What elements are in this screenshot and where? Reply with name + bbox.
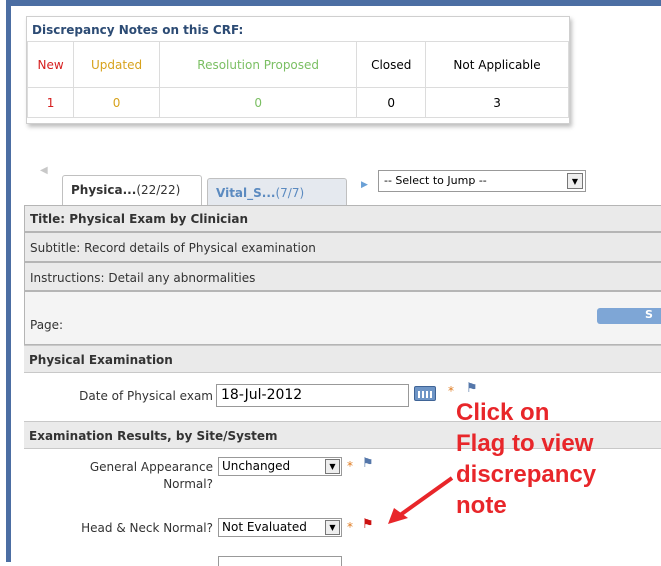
header-closed: Closed xyxy=(356,41,427,88)
header-new: New xyxy=(26,41,75,88)
flag-icon[interactable]: ⚑ xyxy=(362,456,374,471)
calendar-icon[interactable] xyxy=(414,386,436,401)
header-resolution-proposed: Resolution Proposed xyxy=(158,41,358,88)
general-appearance-value: Unchanged xyxy=(222,459,291,473)
section-physical-examination: Physical Examination xyxy=(24,345,661,373)
count-new: 1 xyxy=(26,87,75,118)
page-button[interactable]: S xyxy=(597,308,661,324)
annotation-line-2: Flag to view xyxy=(456,430,594,457)
head-neck-select[interactable]: Not Evaluated ▼ xyxy=(218,518,342,537)
form-title: Title: Physical Exam by Clinician xyxy=(24,205,661,232)
required-mark: * xyxy=(347,520,353,534)
chevron-down-icon[interactable]: ▼ xyxy=(325,520,340,535)
page-label: Page: xyxy=(30,318,64,332)
jump-select-value: -- Select to Jump -- xyxy=(384,174,487,187)
head-neck-value: Not Evaluated xyxy=(222,520,307,534)
flag-icon[interactable]: ⚑ xyxy=(466,381,478,396)
tab-physical-exam[interactable]: Physica...(22/22) xyxy=(62,175,202,205)
tab-vital-signs-count: (7/7) xyxy=(275,186,305,200)
annotation-line-3: discrepancy xyxy=(456,461,597,488)
form-page-row: Page: S xyxy=(24,291,661,345)
window-frame-left xyxy=(6,0,11,562)
count-resolution-proposed: 0 xyxy=(158,87,358,118)
general-appearance-label-2: Normal? xyxy=(163,477,213,491)
annotation-line-1: Click on xyxy=(456,399,550,426)
annotation-arrow-icon xyxy=(388,476,454,524)
header-updated: Updated xyxy=(73,41,160,88)
header-not-applicable: Not Applicable xyxy=(425,41,569,88)
count-closed: 0 xyxy=(356,87,427,118)
window-frame-top xyxy=(6,0,661,6)
next-row-select[interactable] xyxy=(218,556,342,566)
tab-vital-signs-label: Vital_S... xyxy=(216,186,276,200)
required-mark: * xyxy=(347,459,353,473)
head-neck-label: Head & Neck Normal? xyxy=(81,521,213,535)
flag-icon-red[interactable]: ⚑ xyxy=(362,517,374,532)
tab-physical-exam-label: Physica... xyxy=(71,183,137,197)
date-input[interactable]: 18-Jul-2012 xyxy=(216,384,409,407)
form-instructions: Instructions: Detail any abnormalities xyxy=(24,262,661,291)
discrepancy-notes-title: Discrepancy Notes on this CRF: xyxy=(32,23,244,37)
date-label: Date of Physical exam xyxy=(79,389,213,403)
form-subtitle: Subtitle: Record details of Physical exa… xyxy=(24,232,661,262)
chevron-down-icon[interactable]: ▼ xyxy=(325,459,340,474)
count-not-applicable: 3 xyxy=(425,87,569,118)
general-appearance-label: General Appearance xyxy=(89,460,213,474)
annotation-callout: Click on Flag to view discrepancy note xyxy=(456,397,656,521)
arrow-left-icon[interactable]: ◀ xyxy=(40,165,48,176)
required-mark: * xyxy=(448,384,454,398)
discrepancy-notes-box: Discrepancy Notes on this CRF: New Updat… xyxy=(26,16,570,124)
count-updated: 0 xyxy=(73,87,160,118)
general-appearance-select[interactable]: Unchanged ▼ xyxy=(218,457,342,476)
tab-physical-exam-count: (22/22) xyxy=(136,183,181,197)
arrow-right-icon[interactable]: ▶ xyxy=(361,180,368,190)
annotation-line-4: note xyxy=(456,492,507,519)
chevron-down-icon[interactable]: ▼ xyxy=(567,173,583,189)
tab-vital-signs[interactable]: Vital_S...(7/7) xyxy=(207,178,347,205)
discrepancy-notes-table: New Updated Resolution Proposed Closed N… xyxy=(26,41,569,118)
jump-select[interactable]: -- Select to Jump -- ▼ xyxy=(378,170,586,192)
